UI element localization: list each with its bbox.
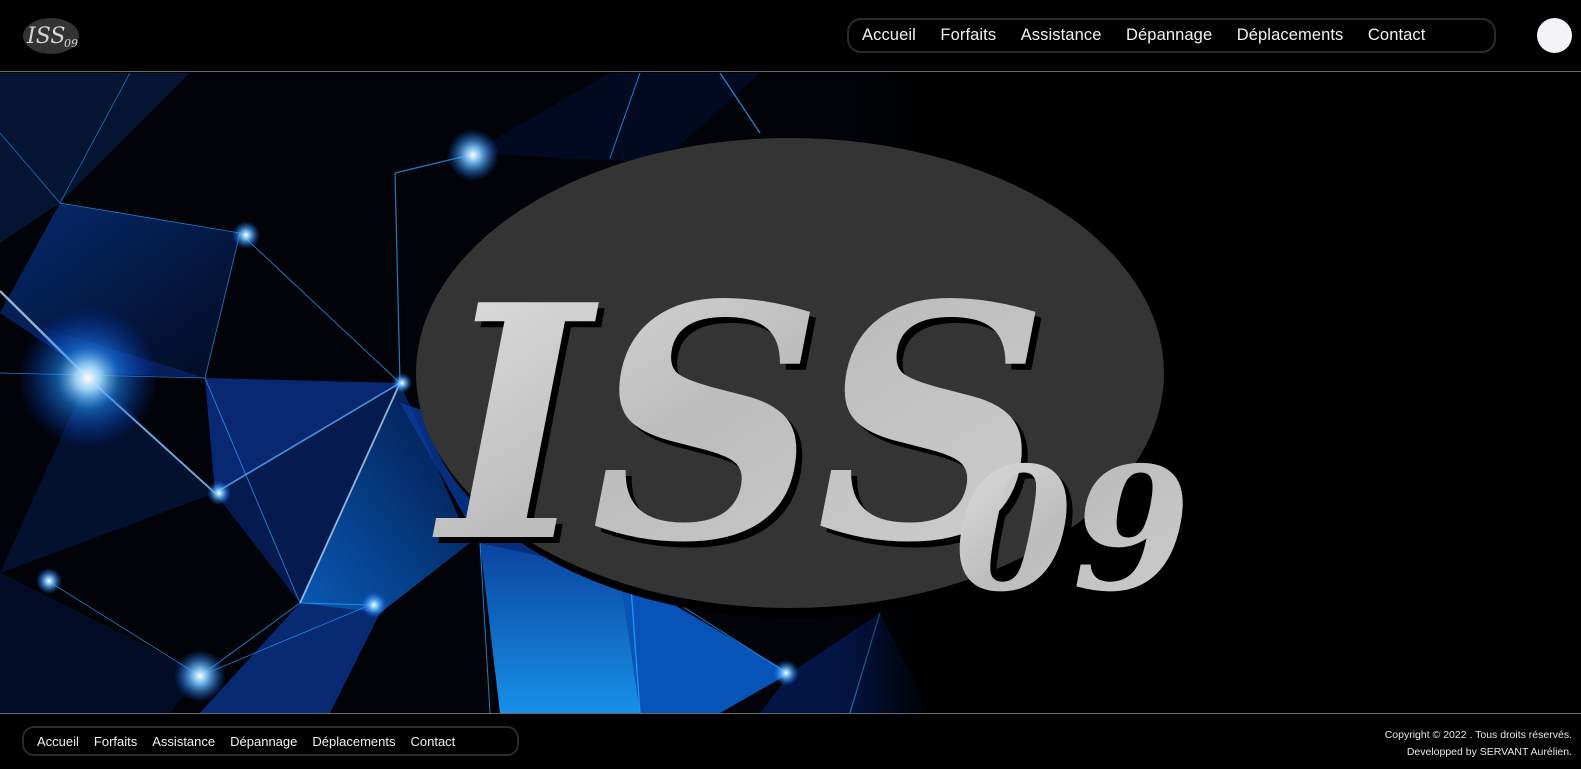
site-header: ISS 09 Accueil Forfaits Assistance Dépan… xyxy=(0,0,1581,72)
footer-link-assistance[interactable]: Assistance xyxy=(152,734,215,749)
footer-nav: Accueil Forfaits Assistance Dépannage Dé… xyxy=(22,726,519,756)
copyright-block: Copyright © 2022 . Tous droits réservés.… xyxy=(1385,727,1572,761)
developer-credit: Developped by SERVANT Aurélien. xyxy=(1406,746,1572,758)
brand-logo-main: ISS xyxy=(26,24,65,49)
brand-logo[interactable]: ISS 09 xyxy=(22,16,80,56)
footer-link-forfaits[interactable]: Forfaits xyxy=(94,734,137,749)
copyright-text: Copyright © 2022 . Tous droits réservés. xyxy=(1384,729,1572,741)
profile-circle-icon[interactable] xyxy=(1537,18,1572,53)
hero-section: ISS 09 ISS 09 xyxy=(0,73,1581,713)
footer-link-accueil[interactable]: Accueil xyxy=(37,734,79,749)
footer-link-depannage[interactable]: Dépannage xyxy=(230,734,297,749)
footer-link-contact[interactable]: Contact xyxy=(410,734,455,749)
nav-link-assistance[interactable]: Assistance xyxy=(1021,26,1102,45)
nav-link-forfaits[interactable]: Forfaits xyxy=(940,26,996,45)
brand-logo-icon: ISS 09 xyxy=(23,18,79,54)
nav-link-deplacements[interactable]: Déplacements xyxy=(1237,26,1344,45)
footer-link-deplacements[interactable]: Déplacements xyxy=(312,734,395,749)
hero-logo-sub: 09 xyxy=(954,430,1190,630)
nav-link-depannage[interactable]: Dépannage xyxy=(1126,26,1212,45)
nav-link-accueil[interactable]: Accueil xyxy=(862,26,916,45)
hero-logo-image: ISS 09 ISS 09 xyxy=(416,138,1190,633)
nav-link-contact[interactable]: Contact xyxy=(1368,26,1426,45)
brand-logo-sub: 09 xyxy=(64,37,78,50)
site-footer: Accueil Forfaits Assistance Dépannage Dé… xyxy=(0,713,1581,769)
main-nav: Accueil Forfaits Assistance Dépannage Dé… xyxy=(847,18,1496,53)
